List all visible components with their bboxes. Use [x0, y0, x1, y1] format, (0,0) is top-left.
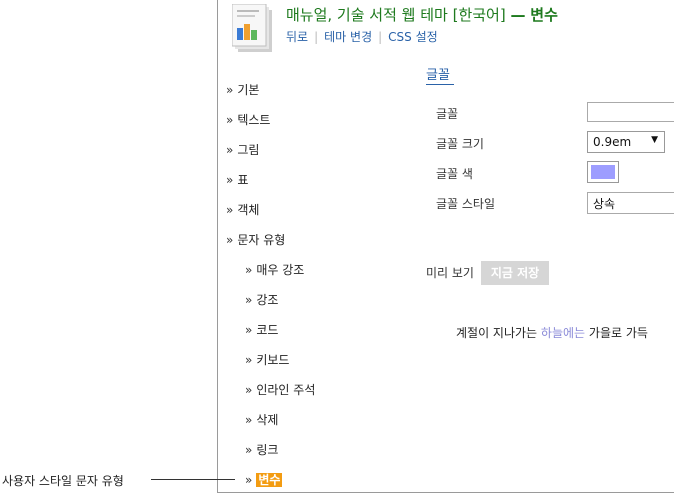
- tab-font[interactable]: 글꼴: [426, 64, 450, 83]
- css-settings-link[interactable]: CSS 설정: [388, 30, 438, 44]
- top-links: 뒤로 | 테마 변경 | CSS 설정: [286, 28, 438, 45]
- font-size-value: 0.9em: [593, 135, 632, 149]
- font-label: 글꼴: [436, 107, 459, 121]
- font-input[interactable]: [587, 102, 674, 122]
- sidebar-item-image[interactable]: » 그림: [226, 141, 259, 158]
- preview-sample-text: 계절이 지나가는 하늘에는 가을로 가득: [456, 324, 648, 341]
- tab-underline: [426, 84, 454, 85]
- sidebar-subitem-inline-note[interactable]: » 인라인 주석: [245, 381, 315, 398]
- sidebar-item-table[interactable]: » 표: [226, 171, 248, 188]
- change-theme-link[interactable]: 테마 변경: [324, 30, 372, 44]
- color-fill: [591, 165, 615, 179]
- font-size-select[interactable]: 0.9em ▼: [587, 131, 665, 153]
- sidebar-item-basic[interactable]: » 기본: [226, 81, 259, 98]
- sample-highlight: 하늘에는: [540, 326, 586, 340]
- annotation-line: [151, 479, 235, 480]
- title-mode: 변수: [530, 6, 558, 24]
- title-separator: —: [510, 6, 526, 24]
- sidebar-subitem-code[interactable]: » 코드: [245, 321, 278, 338]
- font-color-label: 글꼴 색: [436, 167, 473, 181]
- save-now-button[interactable]: 지금 저장: [481, 261, 549, 285]
- font-color-swatch[interactable]: [587, 161, 619, 183]
- back-link[interactable]: 뒤로: [286, 30, 308, 44]
- sidebar-subitem-keyboard[interactable]: » 키보드: [245, 351, 289, 368]
- annotation-label: 사용자 스타일 문자 유형: [2, 474, 124, 488]
- sidebar-item-text[interactable]: » 텍스트: [226, 111, 270, 128]
- preview-label: 미리 보기: [426, 266, 474, 280]
- link-divider: |: [314, 30, 319, 44]
- sidebar-item-char-types[interactable]: » 문자 유형: [226, 231, 285, 248]
- sidebar-subitem-strong[interactable]: » 매우 강조: [245, 261, 304, 278]
- link-divider: |: [378, 30, 383, 44]
- sidebar-item-object[interactable]: » 객체: [226, 201, 259, 218]
- title-text: 매뉴얼, 기술 서적 웹 테마 [한국어]: [286, 6, 506, 24]
- sample-after: 가을로 가득: [585, 326, 648, 340]
- sidebar-subitem-variable[interactable]: » 변수: [245, 471, 283, 488]
- dropdown-arrow-icon: ▼: [651, 135, 658, 145]
- sample-before: 계절이 지나가는: [456, 326, 541, 340]
- document-chart-icon: [232, 4, 272, 52]
- sidebar-subitem-link[interactable]: » 링크: [245, 441, 278, 458]
- sidebar-subitem-delete[interactable]: » 삭제: [245, 411, 278, 428]
- page-title: 매뉴얼, 기술 서적 웹 테마 [한국어] — 변수: [286, 4, 558, 25]
- font-size-label: 글꼴 크기: [436, 137, 484, 151]
- sidebar-subitem-emphasis[interactable]: » 강조: [245, 291, 278, 308]
- font-style-select[interactable]: 상속: [587, 192, 674, 214]
- font-style-label: 글꼴 스타일: [436, 197, 496, 211]
